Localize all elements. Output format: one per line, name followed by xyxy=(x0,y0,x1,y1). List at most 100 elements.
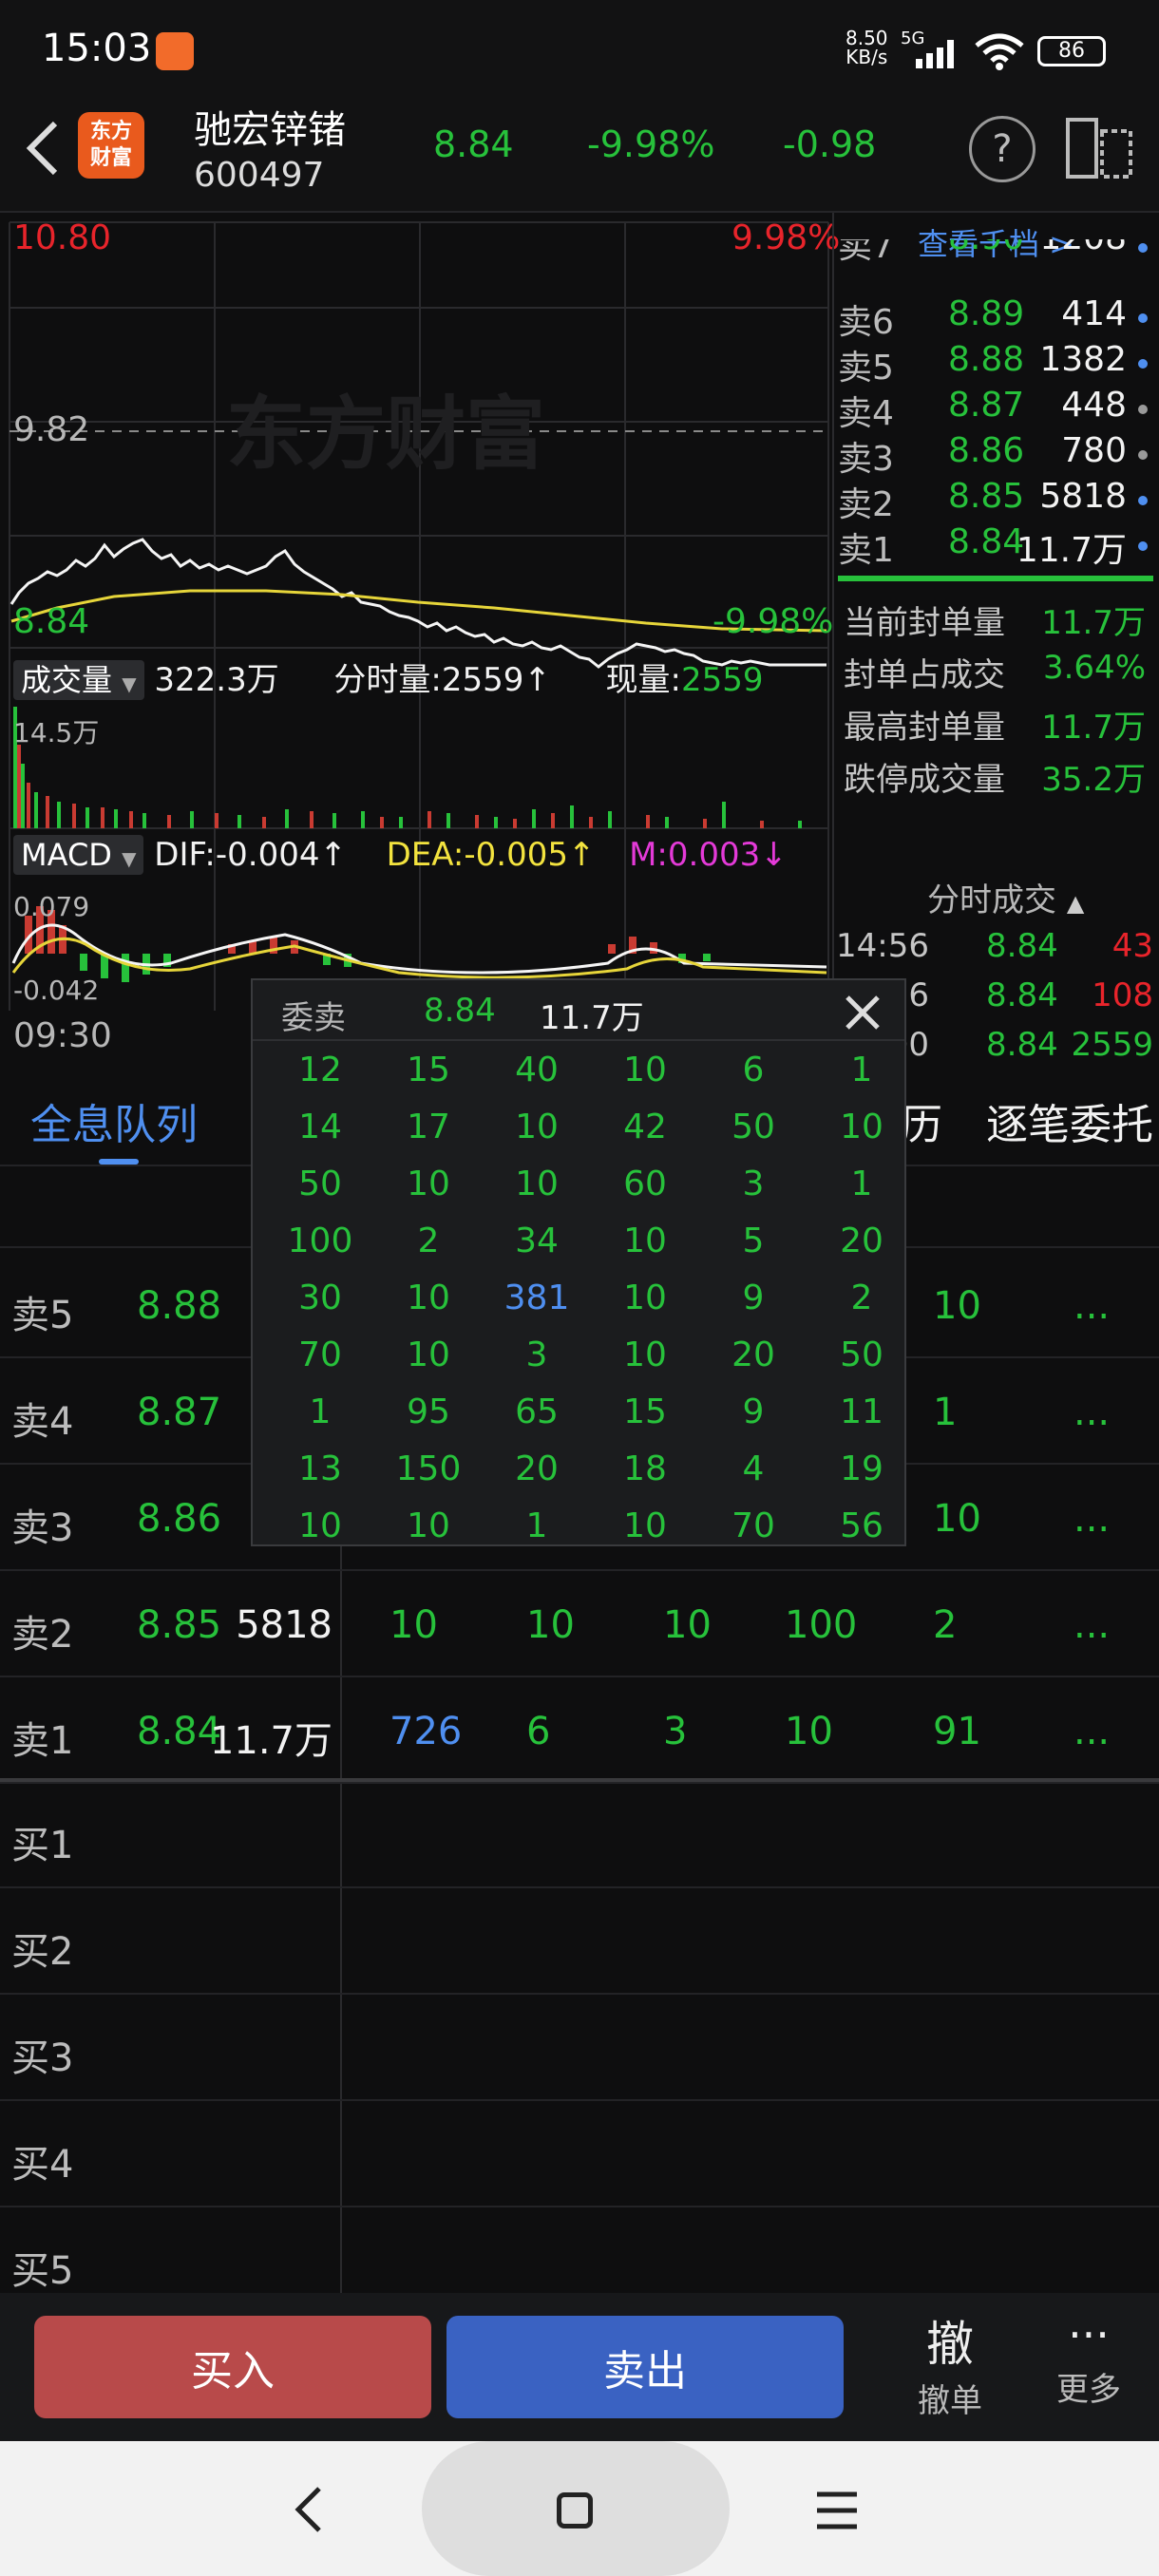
popup-order-cell[interactable]: 40 xyxy=(483,1051,591,1089)
queue-more-cell[interactable]: ... xyxy=(1074,1391,1110,1434)
queue-more-cell[interactable]: ... xyxy=(1074,1284,1110,1328)
popup-order-cell[interactable]: 1 xyxy=(266,1392,374,1431)
queue-order-cell[interactable]: 10 xyxy=(933,1497,981,1541)
queue-order-cell[interactable]: 3 xyxy=(663,1710,687,1753)
popup-order-cell[interactable]: 50 xyxy=(266,1165,374,1203)
popup-order-cell[interactable]: 10 xyxy=(591,1051,699,1089)
popup-order-cell[interactable]: 3 xyxy=(483,1335,591,1374)
tab-full-queue[interactable]: 全息队列 xyxy=(30,1090,198,1151)
queue-buy-row[interactable]: 买1 xyxy=(0,1782,1159,1888)
popup-order-cell[interactable]: 20 xyxy=(699,1335,808,1374)
popup-order-cell[interactable]: 15 xyxy=(374,1051,483,1089)
header-change: -0.98 xyxy=(783,123,877,165)
ob-level-price: 8.88 xyxy=(948,340,1025,379)
popup-order-cell[interactable]: 10 xyxy=(591,1222,699,1260)
nav-back-icon[interactable] xyxy=(291,2483,329,2536)
queue-order-cell[interactable]: 10 xyxy=(663,1603,712,1647)
popup-order-cell[interactable]: 14 xyxy=(266,1108,374,1146)
queue-order-cell[interactable]: 726 xyxy=(390,1710,462,1753)
queue-buy-row[interactable]: 买3 xyxy=(0,1995,1159,2101)
close-icon[interactable] xyxy=(838,988,887,1037)
popup-order-cell[interactable]: 10 xyxy=(591,1279,699,1317)
queue-row[interactable]: 卖2 8.85 5818 10 10 10 100 2... xyxy=(0,1571,1159,1677)
popup-order-cell[interactable]: 1 xyxy=(808,1165,916,1203)
queue-order-cell[interactable]: 2 xyxy=(933,1603,957,1647)
popup-order-cell[interactable]: 1 xyxy=(483,1506,591,1545)
popup-order-cell[interactable]: 12 xyxy=(266,1051,374,1089)
popup-order-cell[interactable]: 20 xyxy=(808,1222,916,1260)
popup-order-cell[interactable]: 30 xyxy=(266,1279,374,1317)
queue-order-cell[interactable]: 10 xyxy=(933,1284,981,1328)
queue-more-cell[interactable]: ... xyxy=(1074,1710,1110,1753)
queue-more-cell[interactable]: ... xyxy=(1074,1603,1110,1647)
queue-buy-row[interactable]: 买2 xyxy=(0,1888,1159,1995)
popup-order-cell[interactable]: 10 xyxy=(374,1335,483,1374)
popup-order-cell[interactable]: 5 xyxy=(699,1222,808,1260)
popup-order-cell[interactable]: 4 xyxy=(699,1449,808,1488)
popup-order-cell[interactable]: 1 xyxy=(808,1051,916,1089)
popup-order-cell[interactable]: 17 xyxy=(374,1108,483,1146)
popup-order-cell[interactable]: 50 xyxy=(808,1335,916,1374)
popup-order-cell[interactable]: 2 xyxy=(374,1222,483,1260)
popup-order-cell[interactable]: 20 xyxy=(483,1449,591,1488)
popup-order-cell[interactable]: 70 xyxy=(266,1335,374,1374)
popup-order-cell[interactable]: 10 xyxy=(374,1506,483,1545)
queue-order-cell[interactable]: 1 xyxy=(933,1391,957,1434)
popup-order-cell[interactable]: 10 xyxy=(374,1279,483,1317)
popup-order-cell[interactable]: 34 xyxy=(483,1222,591,1260)
ob-level-dot xyxy=(1138,243,1148,253)
queue-order-cell[interactable]: 91 xyxy=(933,1710,981,1753)
split-screen-icon[interactable] xyxy=(1064,114,1136,182)
buy-button[interactable]: 买入 xyxy=(34,2316,431,2418)
queue-order-cell[interactable]: 6 xyxy=(526,1710,550,1753)
popup-order-cell[interactable]: 10 xyxy=(483,1165,591,1203)
popup-order-cell[interactable]: 13 xyxy=(266,1449,374,1488)
popup-order-cell[interactable]: 15 xyxy=(591,1392,699,1431)
popup-order-cell[interactable]: 19 xyxy=(808,1449,916,1488)
help-icon[interactable]: ? xyxy=(969,116,1036,182)
volume-max: 14.5万 xyxy=(13,717,100,748)
tab-tick-orders[interactable]: 逐笔委托 xyxy=(986,1090,1159,1151)
popup-order-cell[interactable]: 65 xyxy=(483,1392,591,1431)
popup-order-cell[interactable]: 10 xyxy=(483,1108,591,1146)
popup-order-cell[interactable]: 6 xyxy=(699,1051,808,1089)
popup-order-cell[interactable]: 2 xyxy=(808,1279,916,1317)
popup-order-cell[interactable]: 70 xyxy=(699,1506,808,1545)
queue-order-cell[interactable]: 10 xyxy=(526,1603,575,1647)
popup-order-cell[interactable]: 50 xyxy=(699,1108,808,1146)
tab-active-indicator xyxy=(99,1159,139,1165)
popup-order-cell[interactable]: 10 xyxy=(374,1165,483,1203)
popup-order-cell[interactable]: 95 xyxy=(374,1392,483,1431)
queue-order-cell[interactable]: 100 xyxy=(785,1603,857,1647)
queue-more-cell[interactable]: ... xyxy=(1074,1497,1110,1541)
popup-order-cell[interactable]: 100 xyxy=(266,1222,374,1260)
popup-order-cell[interactable]: 42 xyxy=(591,1108,699,1146)
popup-order-cell[interactable]: 60 xyxy=(591,1165,699,1203)
queue-row[interactable]: 卖1 8.84 11.7万 726 6 3 10 91... xyxy=(0,1677,1159,1784)
popup-order-cell[interactable]: 381 xyxy=(483,1279,591,1317)
popup-order-cell[interactable]: 3 xyxy=(699,1165,808,1203)
popup-order-cell[interactable]: 9 xyxy=(699,1392,808,1431)
queue-order-cell[interactable]: 10 xyxy=(390,1603,438,1647)
volume-dropdown[interactable]: 成交量 ▼ xyxy=(13,660,144,700)
back-icon[interactable] xyxy=(19,118,66,179)
nav-menu-icon[interactable] xyxy=(815,2489,859,2532)
notification-app-icon xyxy=(156,32,194,70)
popup-order-cell[interactable]: 10 xyxy=(591,1335,699,1374)
queue-order-cell[interactable]: 10 xyxy=(785,1710,833,1753)
sell-button[interactable]: 卖出 xyxy=(446,2316,844,2418)
ob-level-price: 8.90 xyxy=(948,239,1024,257)
popup-order-cell[interactable]: 10 xyxy=(591,1506,699,1545)
queue-buy-row[interactable]: 买4 xyxy=(0,2101,1159,2207)
popup-order-cell[interactable]: 11 xyxy=(808,1392,916,1431)
intraday-chart[interactable]: 东方财富 10.80 9.98% 9.82 8.84 -9.98% 成交量 ▼ … xyxy=(0,213,840,1068)
popup-order-cell[interactable]: 18 xyxy=(591,1449,699,1488)
popup-order-cell[interactable]: 150 xyxy=(374,1449,483,1488)
cancel-order-button[interactable]: 撤 撤单 xyxy=(902,2306,998,2421)
popup-order-cell[interactable]: 10 xyxy=(266,1506,374,1545)
popup-order-cell[interactable]: 10 xyxy=(808,1108,916,1146)
macd-dropdown[interactable]: MACD ▼ xyxy=(13,835,144,875)
popup-order-cell[interactable]: 9 xyxy=(699,1279,808,1317)
more-button[interactable]: ··· 更多 xyxy=(1041,2306,1136,2410)
popup-order-cell[interactable]: 56 xyxy=(808,1506,916,1545)
